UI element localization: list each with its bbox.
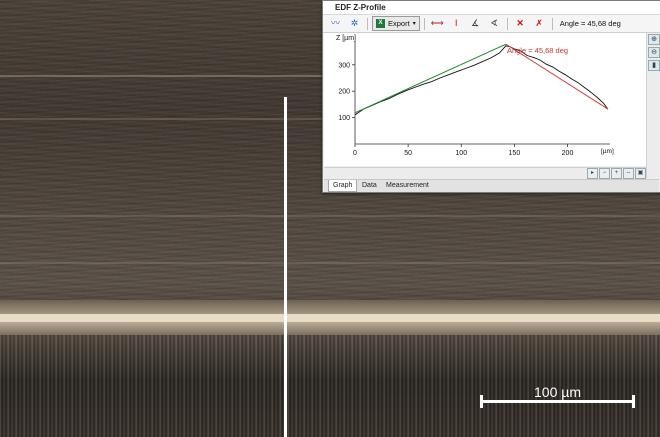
zoom-in-icon[interactable]: ⊕	[648, 34, 660, 45]
z-profile-chart[interactable]: 0 50 100 150 200 100 200 300 Z [µm] [µm] Angle = 4…	[324, 33, 646, 166]
settings-gear-icon[interactable]: ✲	[346, 17, 363, 30]
tab-data[interactable]: Data	[358, 180, 381, 191]
x-tick-label: 100	[455, 150, 467, 157]
chart-svg: 0 50 100 150 200 100 200 300 Z [µm] [µm] Angle = 4…	[336, 35, 614, 157]
toolbar-separator	[506, 17, 508, 30]
edge-highlight	[0, 314, 660, 322]
zoom-minus-icon[interactable]: −	[599, 168, 610, 179]
profile-series-line-1	[354, 43, 507, 114]
horizontal-measure-icon[interactable]: ⟷	[429, 17, 446, 30]
clear-all-icon[interactable]: ✗	[531, 17, 548, 30]
zoom-out-icon[interactable]: ⊖	[648, 47, 660, 58]
y-tick-label: 300	[338, 62, 350, 69]
excel-icon: X	[376, 19, 385, 28]
scalebar-label: 100 µm	[534, 384, 581, 400]
vertical-toolbar: ⊕ ⊖ ▮	[646, 33, 660, 178]
tab-measurement[interactable]: Measurement	[382, 180, 433, 191]
x-axis-label: [µm]	[601, 148, 614, 155]
angle-readout: Angle = 45,68 deg	[559, 19, 621, 28]
window-title: EDF Z-Profile	[323, 1, 660, 15]
toolbar-separator	[367, 17, 368, 30]
export-button[interactable]: X Export ▾	[372, 16, 420, 31]
x-tick-label: 200	[562, 150, 574, 157]
zoom-plus-icon[interactable]: +	[611, 168, 622, 179]
x-tick-label: 150	[509, 150, 521, 157]
horizontal-scrollbar[interactable]: ▸ − + ⇔ ▣	[324, 167, 646, 179]
x-tick-label: 0	[353, 150, 357, 157]
profile-line-icon[interactable]: 〰	[327, 17, 344, 30]
fit-width-icon[interactable]: ⇔	[623, 168, 634, 179]
angle-measure-icon[interactable]: ∡	[467, 17, 484, 30]
angle-measure-alt-icon[interactable]: ∢	[486, 17, 503, 30]
edge-band-lower	[0, 322, 660, 335]
scroll-right-icon[interactable]: ▸	[587, 168, 598, 179]
dropdown-arrow-icon: ▾	[412, 21, 416, 27]
toolbar: 〰 ✲ X Export ▾ ⟷ Ⅰ ∡ ∢ ✕ ✗ Angle = 45,68…	[323, 15, 660, 33]
toolbar-separator	[423, 17, 425, 30]
profile-series-line-0	[354, 45, 609, 116]
fit-icon[interactable]: ▮	[648, 60, 660, 71]
export-label: Export	[388, 19, 410, 28]
edge-band	[0, 300, 660, 314]
surface-streak	[0, 262, 660, 264]
x-tick-label: 50	[404, 150, 412, 157]
tab-bar: Graph Data Measurement	[324, 179, 659, 192]
surface-streak	[0, 215, 660, 217]
y-tick-label: 200	[338, 89, 350, 96]
profile-line-marker[interactable]	[284, 97, 287, 437]
y-axis-label: Z [µm]	[336, 35, 356, 42]
vertical-measure-icon[interactable]: Ⅰ	[448, 17, 465, 30]
fit-all-icon[interactable]: ▣	[635, 168, 646, 179]
delete-icon[interactable]: ✕	[512, 17, 529, 30]
angle-annotation: Angle = 45,68 deg	[507, 46, 568, 55]
toolbar-separator	[551, 17, 553, 30]
tab-graph[interactable]: Graph	[328, 180, 358, 192]
edf-z-profile-window: EDF Z-Profile 〰 ✲ X Export ▾ ⟷ Ⅰ ∡ ∢ ✕ ✗…	[322, 0, 660, 193]
scalebar	[480, 395, 635, 408]
y-tick-label: 100	[338, 115, 350, 122]
